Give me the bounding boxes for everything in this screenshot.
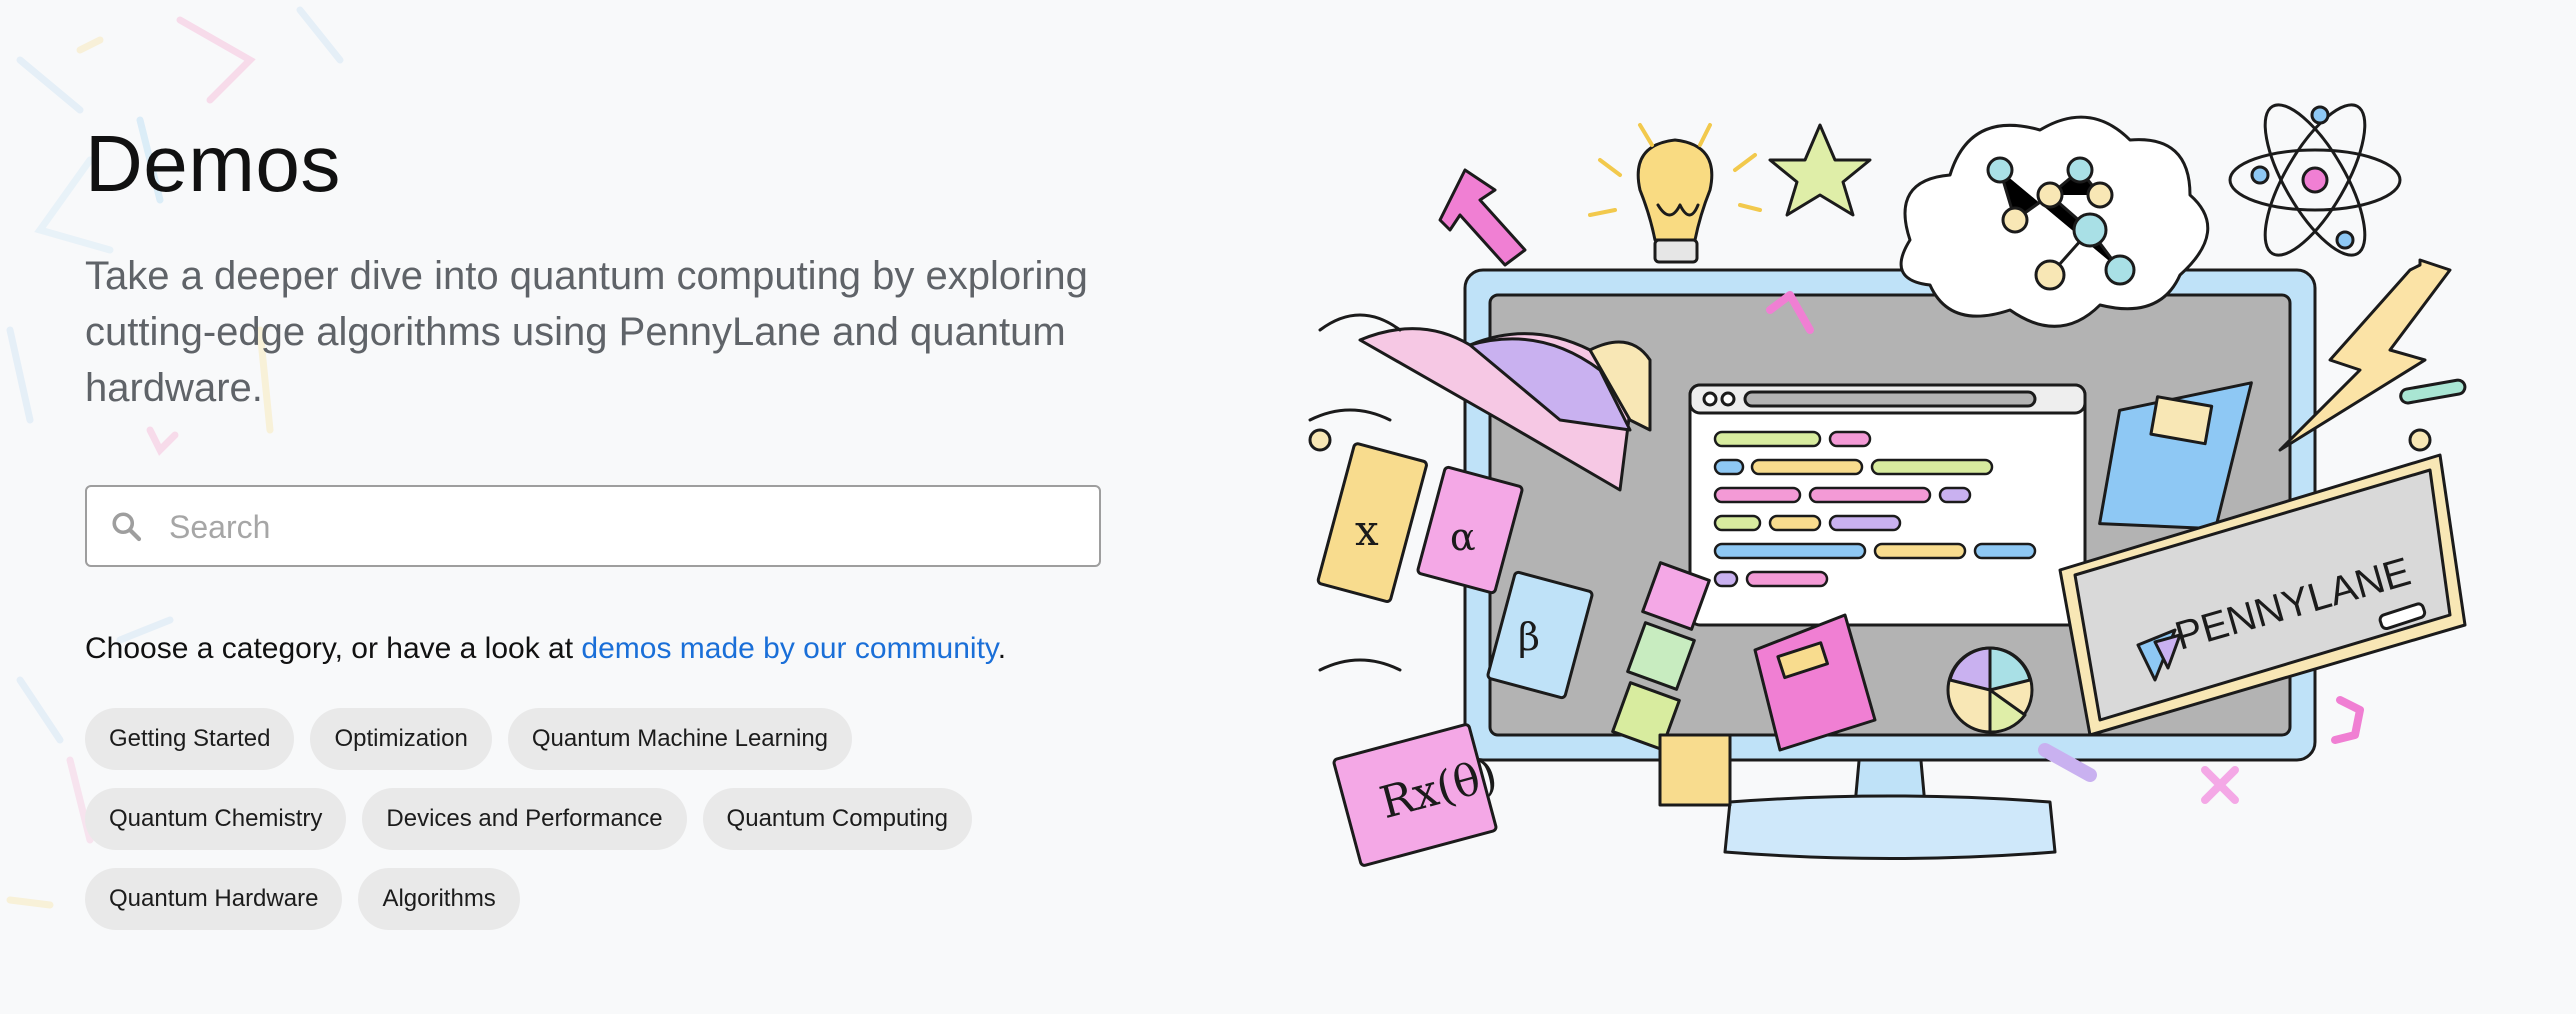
page-title: Demos (85, 119, 341, 208)
community-demos-link[interactable]: demos made by our community (581, 632, 997, 665)
category-chip-algorithms[interactable]: Algorithms (358, 868, 520, 930)
symbol-x: x (1355, 506, 1379, 555)
search-input[interactable] (167, 487, 1071, 567)
category-chip-devices-and-performance[interactable]: Devices and Performance (362, 788, 687, 850)
category-chip-quantum-hardware[interactable]: Quantum Hardware (85, 868, 343, 930)
category-row-1: Getting Started Optimization Quantum Mac… (85, 708, 853, 770)
hero-illustration: PENNYLANE x α β Rx(θ) (1308, 103, 2467, 867)
category-prompt-suffix: . (997, 632, 1007, 665)
category-row-2: Quantum Chemistry Devices and Performanc… (85, 788, 972, 850)
category-prompt: Choose a category, or have a look at dem… (85, 632, 1006, 666)
search-icon (112, 512, 142, 542)
category-chip-quantum-chemistry[interactable]: Quantum Chemistry (85, 788, 347, 850)
category-prompt-text: Choose a category, or have a look at (85, 632, 582, 665)
category-chip-quantum-machine-learning[interactable]: Quantum Machine Learning (507, 708, 853, 770)
category-chip-optimization[interactable]: Optimization (310, 708, 492, 770)
symbol-alpha: α (1450, 515, 1476, 559)
category-chip-quantum-computing[interactable]: Quantum Computing (702, 788, 972, 850)
category-chip-getting-started[interactable]: Getting Started (85, 708, 295, 770)
search-box[interactable] (85, 485, 1101, 567)
page-subtitle: Take a deeper dive into quantum computin… (85, 254, 1088, 410)
category-row-3: Quantum Hardware Algorithms (85, 868, 520, 930)
symbol-beta: β (1518, 615, 1540, 659)
